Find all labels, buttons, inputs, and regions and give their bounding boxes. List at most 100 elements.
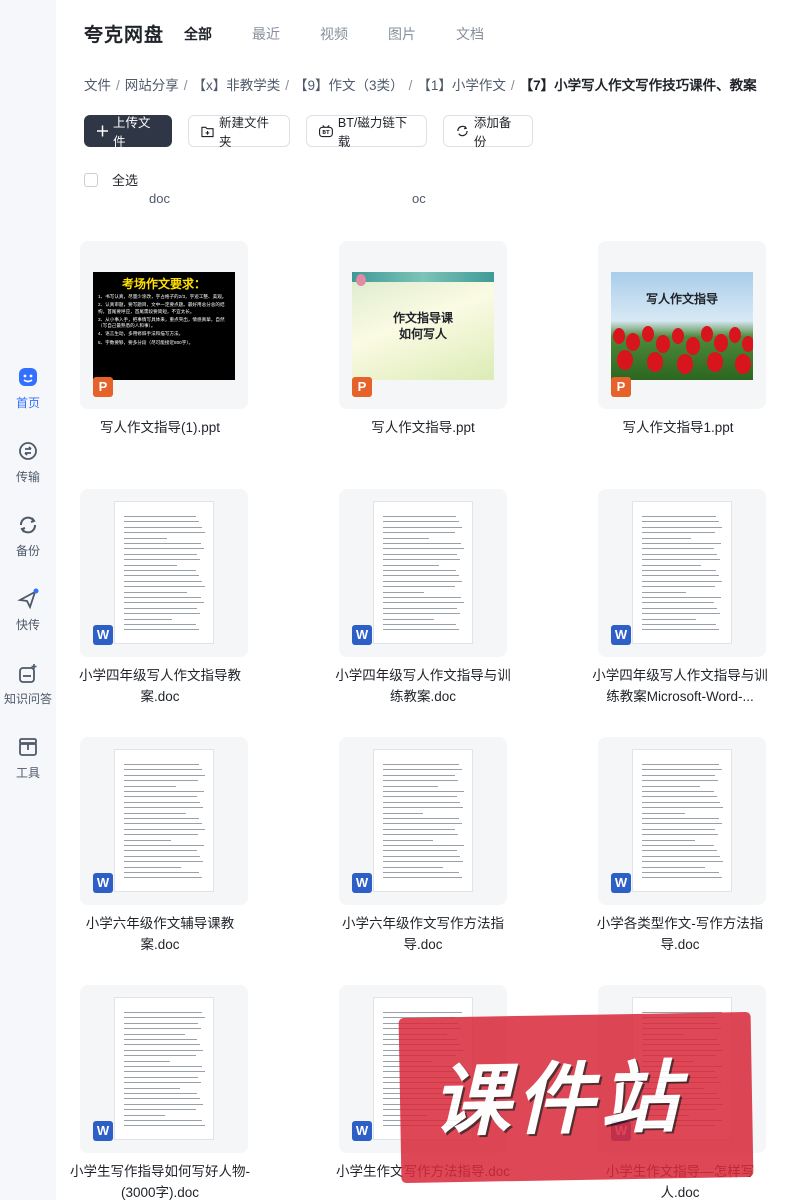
word-file-icon: W (93, 625, 113, 645)
file-name[interactable]: 小学六年级作文辅导课教案.doc (67, 913, 253, 955)
doc-text-line (642, 834, 718, 836)
doc-text-line (124, 613, 200, 615)
file-thumbnail (114, 749, 214, 892)
file-card[interactable]: 写人作文指导 P (598, 241, 766, 409)
tab-video[interactable]: 视频 (320, 24, 388, 44)
tulips-image (613, 326, 753, 374)
home-icon (19, 368, 37, 386)
doc-text-line (124, 629, 199, 631)
doc-text-line (124, 812, 186, 814)
toolbar: 上传文件 新建文件夹 BT BT/磁力链下载 添加备份 (84, 115, 549, 149)
doc-text-line (642, 624, 716, 625)
doc-text-line (383, 812, 423, 814)
bt-magnet-icon: BT (319, 125, 333, 138)
tab-image[interactable]: 图片 (388, 24, 456, 44)
file-name-partial: doc (149, 191, 170, 206)
doc-text-line (124, 845, 204, 846)
file-name[interactable]: 小学生写作指导如何写好人物-(3000字).doc (67, 1161, 253, 1200)
doc-text-line (642, 855, 720, 857)
doc-text-line (642, 796, 717, 798)
toolbox-icon (19, 738, 37, 756)
file-card[interactable]: W (80, 489, 248, 657)
doc-text-line (124, 1049, 203, 1051)
sidebar-item-knowledge-qa[interactable]: 知识问答 (0, 662, 56, 707)
sidebar-item-tools[interactable]: 工具 (0, 736, 56, 781)
bt-download-button[interactable]: BT BT/磁力链下载 (306, 115, 427, 149)
doc-text-line (383, 607, 457, 609)
sidebar-item-label: 备份 (15, 544, 40, 558)
doc-text-line (383, 866, 443, 868)
file-card[interactable]: W (598, 737, 766, 905)
doc-text-line (642, 872, 719, 873)
doc-text-line (124, 1098, 200, 1100)
file-name[interactable]: 写人作文指导1.ppt (585, 417, 771, 438)
file-card[interactable]: W (80, 985, 248, 1153)
file-name[interactable]: 小学四年级写人作文指导与训练教案Microsoft-Word-... (587, 665, 773, 707)
breadcrumb-item[interactable]: 【9】作文（3类） (294, 78, 404, 93)
file-name[interactable]: 写人作文指导(1).ppt (67, 417, 253, 438)
sidebar-item-transfer[interactable]: 传输 (0, 440, 56, 485)
doc-text-line (383, 602, 464, 604)
doc-text-line (642, 532, 715, 534)
doc-text-line (124, 570, 196, 571)
word-file-icon: W (93, 1121, 113, 1141)
select-all-checkbox[interactable] (84, 172, 98, 187)
doc-text-line (383, 780, 458, 782)
sidebar-item-quick-send[interactable]: 快传 (0, 588, 56, 633)
file-name[interactable]: 小学六年级作文写作方法指导.doc (330, 913, 516, 955)
breadcrumb-item[interactable]: 【1】小学作文 (417, 78, 506, 93)
doc-text-line (124, 1103, 203, 1105)
doc-text-line (383, 570, 456, 571)
file-name[interactable]: 小学各类型作文-写作方法指导.doc (587, 913, 773, 955)
file-card[interactable]: 考场作文要求： 1、书写认真，尽量少涂改，字占格子的2/3，字迹工整、美观。 2… (80, 241, 248, 409)
doc-text-line (642, 597, 721, 598)
tab-docs[interactable]: 文档 (456, 24, 524, 44)
add-backup-button[interactable]: 添加备份 (443, 115, 533, 149)
select-all-label: 全选 (112, 173, 139, 188)
tab-all[interactable]: 全部 (184, 24, 252, 44)
file-thumbnail (373, 749, 473, 892)
doc-text-line (124, 1093, 197, 1094)
doc-text-line (642, 586, 715, 588)
file-name[interactable]: 小学四年级写人作文指导教案.doc (67, 665, 253, 707)
doc-text-line (383, 828, 455, 830)
doc-text-line (124, 1109, 196, 1111)
doc-text-line (642, 521, 719, 523)
sidebar-item-backup[interactable]: 备份 (0, 514, 56, 559)
lotus-decoration (356, 274, 366, 286)
breadcrumb-item[interactable]: 文件 (84, 78, 111, 93)
doc-text-line (642, 548, 714, 550)
doc-text-line (642, 818, 719, 819)
tab-recent[interactable]: 最近 (252, 24, 320, 44)
sidebar-item-home[interactable]: 首页 (0, 366, 56, 411)
file-card[interactable]: W (339, 489, 507, 657)
doc-text-line (642, 877, 722, 879)
app-logo[interactable]: 夸克网盘 (84, 20, 164, 47)
doc-text-line (124, 1033, 185, 1035)
doc-text-line (124, 1087, 180, 1089)
file-name[interactable]: 写人作文指导.ppt (330, 417, 516, 438)
file-card[interactable]: 作文指导课 如何写人 P (339, 241, 507, 409)
file-card[interactable]: W (598, 489, 766, 657)
breadcrumb-item[interactable]: 【x】非教学类 (193, 78, 281, 93)
doc-text-line (383, 764, 459, 765)
doc-text-line (642, 764, 719, 765)
file-card[interactable]: W (339, 737, 507, 905)
doc-text-line (124, 580, 202, 582)
doc-text-line (642, 780, 718, 782)
doc-text-line (383, 1012, 462, 1013)
doc-text-line (124, 785, 176, 787)
file-name[interactable]: 小学四年级写人作文指导与训练教案.doc (330, 665, 516, 707)
doc-text-line (124, 521, 199, 523)
doc-text-line (383, 855, 460, 857)
select-all[interactable]: 全选 (84, 170, 138, 189)
file-card[interactable]: W (80, 737, 248, 905)
doc-text-line (124, 872, 199, 873)
doc-text-line (124, 769, 202, 771)
breadcrumb-item[interactable]: 网站分享 (125, 78, 179, 93)
doc-text-line (642, 553, 717, 555)
folder-plus-icon (201, 126, 214, 137)
upload-button[interactable]: 上传文件 (84, 115, 172, 149)
doc-text-line (642, 823, 722, 825)
new-folder-button[interactable]: 新建文件夹 (188, 115, 290, 149)
